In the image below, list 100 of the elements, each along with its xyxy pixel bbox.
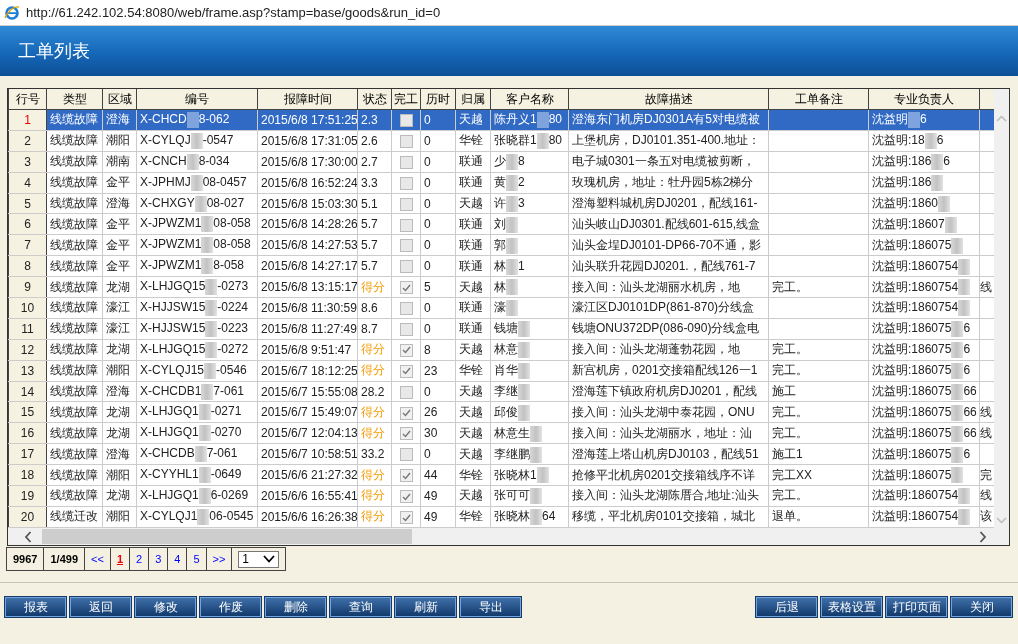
blur-mask — [190, 132, 203, 149]
checkbox[interactable] — [399, 135, 413, 148]
checkbox[interactable] — [399, 114, 413, 128]
column-header[interactable]: 编号 — [136, 89, 258, 110]
row-number: 4 — [8, 172, 47, 194]
checkbox[interactable] — [399, 323, 413, 336]
toolbar-button[interactable]: 查询 — [330, 597, 391, 617]
page-link[interactable]: 2 — [129, 547, 150, 571]
page-select[interactable]: 1 — [238, 550, 280, 568]
toolbar-button[interactable]: 返回 — [70, 597, 131, 617]
checkbox[interactable] — [399, 197, 413, 211]
column-header[interactable]: 工单备注 — [768, 89, 869, 110]
table-row[interactable]: 5 线缆故障 澄海 X-CHXGY 08-027 2015/6/8 15:03:30 5.1 0 天越 许 3 澄海塑料城机房DJ0201，配线161- 沈益明:1860 — [8, 193, 994, 214]
column-header[interactable]: 归属 — [455, 89, 491, 110]
table-row[interactable]: 6 线缆故障 金平 X-JPWZM1 08-058 2015/6/8 14:28:26 5.7 0 联通 刘 汕头岐山DJ0301.配线601-615,线盒 沈益明:18607 — [8, 213, 994, 235]
column-header[interactable]: 完工 — [391, 89, 421, 110]
column-header[interactable]: 行号 — [8, 89, 47, 110]
column-header[interactable]: 专业负责人 — [868, 89, 980, 110]
toolbar-button[interactable]: 表格设置 — [821, 597, 882, 617]
table-row[interactable]: 18 线缆故障 潮阳 X-CYYHL1 -0649 2015/6/6 21:27:32 得分 44 华铨 张晓林1 抢修平北机房0201交接箱线序不详 完工XX 沈益明:186075 完 — [8, 464, 994, 486]
checkbox[interactable] — [399, 469, 413, 483]
column-header[interactable]: 客户名称 — [490, 89, 569, 110]
table-row[interactable]: 11 线缆故障 濠江 X-HJJSW15 -0223 2015/6/8 11:27:49 8.7 0 联通 钱塘 钱塘ONU372DP(086-090)分线盒电 沈益明:186075 6 — [8, 318, 994, 340]
checkbox[interactable] — [399, 155, 413, 169]
vertical-scrollbar[interactable] — [993, 89, 1009, 528]
table-cell: 李继 — [494, 384, 518, 398]
checkbox[interactable] — [399, 281, 413, 295]
row-number: 9 — [8, 276, 47, 298]
scroll-right-icon[interactable] — [979, 530, 987, 543]
checkbox[interactable] — [399, 218, 413, 232]
table-row[interactable]: 9 线缆故障 龙湖 X-LHJGQ15 -0273 2015/6/8 13:15:17 得分 5 天越 林 接入间：汕头龙湖丽水机房，地 完工。 沈益明:1860754 线 — [8, 276, 994, 298]
row-number: 8 — [8, 255, 47, 277]
table-cell: 80 — [548, 112, 563, 127]
table-row[interactable]: 4 线缆故障 金平 X-JPHMJ 08-0457 2015/6/8 16:52:24 3.3 0 联通 黄 2 玫瑰机房，地址：牡丹园5栋2梯分 沈益明:186 — [8, 172, 994, 194]
table-row[interactable]: 19 线缆故障 龙湖 X-LHJGQ1 6-0269 2015/6/6 16:55:41 得分 49 天越 张可可 接入间：汕头龙湖陈厝合,地址:汕头 完工。 沈益明:1860754 线 — [8, 485, 994, 507]
checkbox[interactable] — [399, 364, 413, 378]
table-cell: 接入间：汕头龙湖中泰花园，ONU — [568, 401, 769, 423]
table-cell: 6 — [963, 363, 971, 378]
checkbox[interactable] — [399, 511, 413, 525]
column-header[interactable]: 类型 — [46, 89, 103, 110]
column-header[interactable]: 故障描述 — [568, 89, 769, 110]
blur-mask — [958, 279, 971, 296]
checkbox[interactable] — [399, 427, 413, 441]
table-cell: 金平 — [102, 213, 137, 235]
toolbar-button[interactable]: 导出 — [460, 597, 521, 617]
table-row[interactable]: 7 线缆故障 金平 X-JPWZM1 08-058 2015/6/8 14:27:53 5.7 0 联通 郭 汕头金埕DJ0101-DP66-70不通，影 沈益明:186075 — [8, 234, 994, 256]
table-cell: 联通 — [455, 213, 491, 235]
checkbox[interactable] — [399, 343, 413, 357]
horizontal-scrollbar[interactable] — [8, 528, 1009, 545]
toolbar-button[interactable]: 刷新 — [395, 597, 456, 617]
blur-mask — [951, 362, 964, 379]
column-header[interactable]: 历时 — [420, 89, 456, 110]
checkbox[interactable] — [399, 176, 413, 190]
toolbar-button[interactable]: 打印页面 — [886, 597, 947, 617]
table-row[interactable]: 14 线缆故障 澄海 X-CHCDB1 7-061 2015/6/7 15:55:08 28.2 0 天越 李继 澄海莲下镇政府机房DJ0201，配线 施工 沈益明:186075 66 — [8, 381, 994, 402]
toolbar-button[interactable]: 后退 — [756, 597, 817, 617]
blur-mask — [931, 154, 944, 171]
checkbox[interactable] — [399, 406, 413, 420]
scroll-down-icon[interactable] — [996, 517, 1007, 524]
table-cell: 6 — [943, 154, 951, 169]
table-cell: 新宫机房，0201交接箱配线126一1 — [568, 360, 769, 382]
page-link[interactable]: 5 — [186, 547, 207, 571]
table-row[interactable]: 2 线缆故障 潮阳 X-CYLQJ -0547 2015/6/8 17:31:05 2.6 0 华铨 张晓群1 80 上堡机房，DJ0101.351-400.地址： 沈益明:18 6 — [8, 130, 994, 152]
table-cell: 华铨 — [455, 360, 491, 382]
toolbar-button[interactable]: 作废 — [200, 597, 261, 617]
checkbox[interactable] — [399, 385, 413, 399]
scroll-left-icon[interactable] — [24, 530, 32, 543]
column-header[interactable]: 状态 — [357, 89, 392, 110]
table-row[interactable]: 15 线缆故障 龙湖 X-LHJGQ1 -0271 2015/6/7 15:49:07 得分 26 天越 邱俊 接入间：汕头龙湖中泰花园，ONU 完工。 沈益明:186075 66 线 — [8, 401, 994, 423]
table-cell: 完 — [980, 467, 992, 482]
scroll-thumb[interactable] — [42, 529, 412, 544]
table-row[interactable]: 3 线缆故障 潮南 X-CNCH 8-034 2015/6/8 17:30:00 2.7 0 联通 少 8 电子城0301一条五对电缆被剪断， 沈益明:186 6 — [8, 151, 994, 173]
column-header[interactable]: 报障时间 — [257, 89, 358, 110]
table-row[interactable]: 1 线缆故障 澄海 X-CHCD 8-062 2015/6/8 17:51:25 2.3 0 天越 陈丹义1 80 澄海东门机房DJ0301A有5对电缆被 沈益明 6 — [8, 109, 994, 131]
table-cell: 80 — [548, 133, 563, 148]
checkbox[interactable] — [399, 239, 413, 253]
table-row[interactable]: 8 线缆故障 金平 X-JPWZM1 8-058 2015/6/8 14:27:17 5.7 0 联通 林 1 汕头联升花园DJ0201.，配线761-7 沈益明:1860754 — [8, 255, 994, 277]
address-url[interactable]: http://61.242.102.54:8080/web/frame.asp?stamp=base/goods&run_id=0 — [26, 5, 441, 20]
checkbox[interactable] — [399, 302, 413, 316]
toolbar-button[interactable]: 报表 — [5, 597, 66, 617]
table-row[interactable]: 20 线缆迁改 潮阳 X-CYLQJ1 06-0545 2015/6/6 16:26:38 得分 49 华铨 张晓林 64 移缆，平北机房0101交接箱，城北 退单。 沈益明:1860754 该 — [8, 506, 994, 528]
table-row[interactable]: 17 线缆故障 澄海 X-CHCDB 7-061 2015/6/7 10:58:51 33.2 0 天越 李继鹏 澄海莲上塔山机房DJ0103，配线51 施工1 沈益明:186075 6 — [8, 443, 994, 465]
column-header[interactable]: 区域 — [102, 89, 137, 110]
table-cell: 2015/6/7 15:49:07 — [257, 401, 358, 423]
first-page-link[interactable]: << — [84, 547, 111, 571]
toolbar-button[interactable]: 关闭 — [951, 597, 1012, 617]
table-cell: 接入间：汕头龙湖丽水，地址：汕 — [568, 422, 769, 444]
checkbox[interactable] — [399, 260, 413, 274]
table-row[interactable]: 16 线缆故障 龙湖 X-LHJGQ1 -0270 2015/6/7 12:04:13 得分 30 天越 林意生 接入间：汕头龙湖丽水，地址：汕 完工。 沈益明:186075 66 线 — [8, 422, 994, 444]
table-row[interactable]: 12 线缆故障 龙湖 X-LHJGQ15 -0272 2015/6/8 9:51:47 得分 8 天越 林意 接入间：汕头龙湖蓬勃花园，地 完工。 沈益明:186075 6 — [8, 339, 994, 361]
row-number: 13 — [8, 360, 47, 382]
table-row[interactable]: 10 线缆故障 濠江 X-HJJSW15 -0224 2015/6/8 11:30:59 8.6 0 联通 濠 濠江区DJ0101DP(861-870)分线盒 沈益明:1860754 — [8, 297, 994, 319]
table-row[interactable]: 13 线缆故障 潮阳 X-CYLQJ15 -0546 2015/6/7 18:12:25 得分 23 华铨 肖华 新宫机房，0201交接箱配线126一1 完工。 沈益明:186075 6 — [8, 360, 994, 382]
scroll-up-icon[interactable] — [996, 115, 1007, 122]
page-link[interactable]: 4 — [167, 547, 188, 571]
toolbar-button[interactable]: 修改 — [135, 597, 196, 617]
toolbar-button[interactable]: 删除 — [265, 597, 326, 617]
checkbox[interactable] — [399, 448, 413, 462]
page-link[interactable]: 3 — [148, 547, 169, 571]
checkbox[interactable] — [399, 490, 413, 504]
